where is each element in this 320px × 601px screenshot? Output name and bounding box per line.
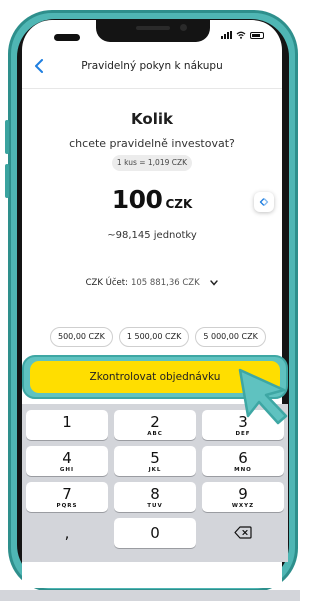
key-1[interactable]: 1 (26, 410, 108, 440)
key-letters: PQRS (56, 503, 78, 509)
key-digit: 4 (62, 449, 72, 467)
chevron-down-icon (210, 279, 219, 286)
key-digit: 5 (150, 449, 160, 467)
key-2[interactable]: 2 ABC (114, 410, 196, 440)
keyboard-bottom-bar (0, 590, 300, 601)
swap-currency-button[interactable] (254, 192, 274, 212)
key-9[interactable]: 9 WXYZ (202, 482, 284, 512)
quick-amount-chip[interactable]: 1 500,00 CZK (118, 327, 190, 347)
key-letters: WXYZ (231, 503, 255, 509)
quick-amount-chip[interactable]: 500,00 CZK (50, 327, 113, 347)
key-digit: 0 (150, 524, 160, 542)
status-icons (221, 31, 264, 39)
key-4[interactable]: 4 GHI (26, 446, 108, 476)
backspace-icon (234, 526, 252, 539)
key-digit: 2 (150, 413, 160, 431)
key-letters: ABC (147, 431, 163, 437)
key-digit: 9 (238, 485, 248, 503)
status-time (54, 34, 80, 41)
account-balance: 105 881,36 CZK (130, 278, 200, 288)
nav-bar: Pravidelný pokyn k nákupu (22, 54, 282, 80)
key-digit: 8 (150, 485, 160, 503)
hand-cursor-icon (238, 368, 288, 425)
wifi-icon (236, 31, 246, 39)
amount-subheading: chcete pravidelně investovat? (69, 137, 235, 150)
key-digit: 6 (238, 449, 248, 467)
battery-icon (250, 31, 264, 39)
phone-side-button (5, 164, 9, 198)
phone-side-button (5, 120, 9, 154)
nav-divider (22, 88, 282, 89)
numeric-keypad: 1 2 ABC 3 DEF 4 GHI 5 JKL 6 MNO 7 PQRS 8 TUV 9W… (22, 404, 288, 562)
amount-display[interactable]: 100 CZK (22, 185, 282, 214)
account-selector[interactable]: CZK Účet: 105 881,36 CZK (22, 278, 282, 288)
key-letters: MNO (234, 467, 252, 473)
key-digit: , (64, 524, 70, 542)
amount-currency: CZK (165, 197, 193, 211)
quick-amount-row: 500,00 CZK 1 500,00 CZK 5 000,00 CZK (50, 327, 266, 347)
key-letters: GHI (59, 467, 75, 473)
key-7[interactable]: 7 PQRS (26, 482, 108, 512)
unit-price-badge: 1 kus = 1,019 CZK (112, 155, 192, 171)
amount-value: 100 (111, 185, 163, 214)
key-8[interactable]: 8 TUV (114, 482, 196, 512)
key-letters: TUV (147, 503, 163, 509)
key-digit: 1 (62, 413, 72, 431)
account-label: CZK Účet: (85, 278, 128, 288)
key-5[interactable]: 5 JKL (114, 446, 196, 476)
key-letters: DEF (235, 431, 251, 437)
key-6[interactable]: 6 MNO (202, 446, 284, 476)
key-digit: 7 (62, 485, 72, 503)
page-title: Pravidelný pokyn k nákupu (81, 60, 223, 72)
key-0[interactable]: 0 (114, 518, 196, 548)
quick-amount-chip[interactable]: 5 000,00 CZK (195, 327, 266, 347)
units-estimate: ~98,145 jednotky (107, 230, 197, 241)
key-comma[interactable]: , (26, 518, 108, 548)
key-letters: JKL (148, 467, 162, 473)
signal-icon (221, 31, 232, 39)
key-delete[interactable] (202, 518, 284, 548)
amount-heading: Kolik (131, 110, 173, 128)
status-bar (22, 20, 282, 56)
swap-arrows-icon (259, 198, 269, 206)
